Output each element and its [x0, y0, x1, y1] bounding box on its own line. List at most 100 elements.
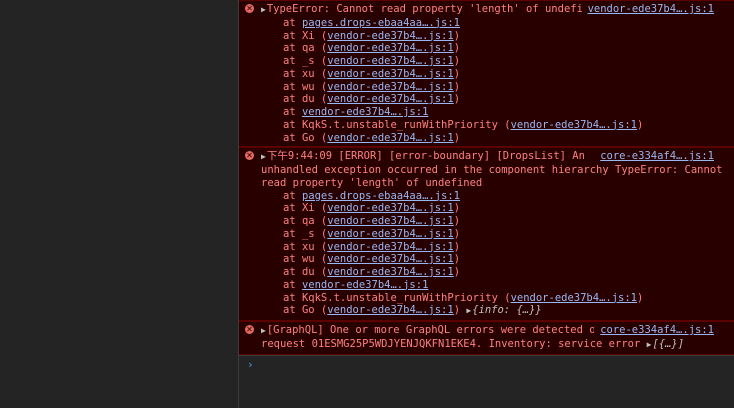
stack-function: at KqkS.t.unstable_runWithPriority ( — [283, 118, 511, 131]
expand-triangle-icon[interactable]: ▶ — [466, 306, 471, 315]
stack-source-link[interactable]: vendor-ede37b4….js:1 — [327, 30, 453, 42]
stack-source-link[interactable]: vendor-ede37b4….js:1 — [327, 132, 453, 144]
message-text: TypeError: Cannot read property 'length'… — [266, 3, 602, 15]
stack-source-link[interactable]: vendor-ede37b4….js:1 — [327, 228, 453, 240]
object-preview[interactable]: [{…}] — [652, 338, 684, 350]
stack-function: at wu ( — [283, 80, 328, 93]
left-empty-pane — [0, 0, 239, 408]
stack-source-link[interactable]: vendor-ede37b4….js:1 — [302, 106, 428, 118]
stack-frame: at vendor-ede37b4….js:1 — [261, 279, 714, 292]
stack-frame: at KqkS.t.unstable_runWithPriority (vend… — [261, 292, 714, 305]
expand-triangle-icon[interactable]: ▶ — [261, 152, 266, 161]
error-circle-icon: ✕ — [245, 151, 254, 161]
stack-source-link[interactable]: vendor-ede37b4….js:1 — [327, 266, 453, 278]
paren: ) — [453, 227, 461, 240]
paren: ) — [453, 80, 461, 93]
stack-function: at du ( — [283, 93, 328, 106]
stack-source-link[interactable]: vendor-ede37b4….js:1 — [302, 279, 428, 291]
stack-frame: at _s (vendor-ede37b4….js:1) — [261, 55, 714, 68]
stack-function: at Go ( — [283, 131, 328, 144]
stack-frame: at pages.drops-ebaa4aa….js:1 — [261, 190, 714, 203]
stack-source-link[interactable]: pages.drops-ebaa4aa….js:1 — [302, 190, 460, 202]
paren: ) — [453, 29, 461, 42]
expand-triangle-icon[interactable]: ▶ — [261, 326, 266, 335]
stack-frame: at du (vendor-ede37b4….js:1) — [261, 93, 714, 106]
stack-frame: at Xi (vendor-ede37b4….js:1) — [261, 202, 714, 215]
stack-source-link[interactable]: vendor-ede37b4….js:1 — [327, 202, 453, 214]
stack-function: at _s ( — [283, 55, 328, 67]
console-error-message[interactable]: ✕ core-e334af4….js:1 ▶下午9:44:09 [ERROR] [e… — [239, 147, 734, 321]
stack-function: at _s ( — [283, 227, 328, 240]
stack-source-link[interactable]: vendor-ede37b4….js:1 — [327, 81, 453, 93]
source-link[interactable]: vendor-ede37b4….js:1 — [581, 3, 714, 16]
message-text-line: unhandled exception occurred in the comp… — [261, 164, 722, 177]
paren: ) — [453, 215, 461, 227]
message-text: 下午9:44:09 [ERROR] [error-boundary] [Drop… — [266, 150, 585, 163]
stack-source-link[interactable]: vendor-ede37b4….js:1 — [511, 292, 637, 304]
stack-function: at — [283, 106, 302, 118]
message-text: unhandled exception occurred in the comp… — [261, 164, 723, 176]
stack-function: at xu ( — [283, 240, 328, 253]
source-link[interactable]: core-e334af4….js:1 — [594, 150, 714, 163]
stack-frame: at qa (vendor-ede37b4….js:1) — [261, 215, 714, 228]
stack-function: at — [283, 16, 302, 29]
source-link[interactable]: core-e334af4….js:1 — [594, 324, 714, 337]
message-text: [GraphQL] One or more GraphQL errors wer… — [266, 324, 602, 336]
stack-frame: at _s (vendor-ede37b4….js:1) — [261, 228, 714, 241]
stack-frame: at vendor-ede37b4….js:1 — [261, 106, 714, 119]
message-text-line: read property 'length' of undefined — [261, 177, 714, 190]
expand-triangle-icon[interactable]: ▶ — [647, 340, 652, 349]
paren: ) — [453, 131, 461, 144]
prompt-chevron-icon: › — [247, 357, 254, 371]
message-text: request 01ESMG25P5WDJYENJQKFN1EKE4. Inve… — [261, 337, 641, 350]
stack-source-link[interactable]: pages.drops-ebaa4aa….js:1 — [302, 17, 460, 29]
stack-function: at xu ( — [283, 67, 328, 80]
error-circle-icon: ✕ — [245, 325, 254, 334]
stack-source-link[interactable]: vendor-ede37b4….js:1 — [327, 253, 453, 265]
stack-source-link[interactable]: vendor-ede37b4….js:1 — [327, 68, 453, 80]
stack-frame: at wu (vendor-ede37b4….js:1) — [261, 81, 714, 94]
paren: ) — [453, 93, 461, 106]
console-error-message[interactable]: ✕ vendor-ede37b4….js:1 ▶TypeError: Cannot … — [239, 0, 734, 148]
stack-function: at qa ( — [283, 215, 328, 227]
stack-frame: at KqkS.t.unstable_runWithPriority (vend… — [261, 119, 714, 132]
paren: ) — [453, 240, 461, 253]
console-panel: ✕ vendor-ede37b4….js:1 ▶TypeError: Cannot … — [239, 0, 734, 408]
stack-source-link[interactable]: vendor-ede37b4….js:1 — [327, 304, 453, 316]
stack-function: at — [283, 189, 302, 202]
stack-frame: at du (vendor-ede37b4….js:1) — [261, 266, 714, 279]
stack-source-link[interactable]: vendor-ede37b4….js:1 — [327, 93, 453, 105]
stack-source-link[interactable]: vendor-ede37b4….js:1 — [327, 215, 453, 227]
stack-source-link[interactable]: vendor-ede37b4….js:1 — [327, 241, 453, 253]
object-preview[interactable]: {info: {…}} — [472, 304, 542, 316]
stack-frame: at qa (vendor-ede37b4….js:1) — [261, 42, 714, 55]
paren: ) — [453, 266, 461, 278]
stack-function: at wu ( — [283, 253, 328, 266]
paren: ) — [637, 118, 644, 131]
stack-source-link[interactable]: vendor-ede37b4….js:1 — [511, 119, 637, 131]
stack-source-link[interactable]: vendor-ede37b4….js:1 — [327, 55, 453, 67]
console-prompt[interactable]: › — [239, 354, 734, 376]
paren: ) — [453, 42, 461, 55]
paren: ) — [453, 253, 461, 266]
stack-frame: at wu (vendor-ede37b4….js:1) — [261, 253, 714, 266]
stack-function: at du ( — [283, 266, 328, 278]
console-error-message[interactable]: ✕ core-e334af4….js:1 ▶[GraphQL] One or mor… — [239, 321, 734, 355]
stack-frame: at Go (vendor-ede37b4….js:1) — [261, 132, 714, 145]
stack-function: at qa ( — [283, 42, 328, 55]
stack-frame: at xu (vendor-ede37b4….js:1) — [261, 241, 714, 254]
console-messages: ✕ vendor-ede37b4….js:1 ▶TypeError: Cannot … — [239, 0, 734, 355]
stack-function: at — [283, 278, 302, 291]
expand-triangle-icon[interactable]: ▶ — [261, 5, 266, 14]
stack-frame: at pages.drops-ebaa4aa….js:1 — [261, 17, 714, 30]
paren: ) — [453, 67, 461, 80]
stack-function: at Xi ( — [283, 202, 328, 215]
stack-function: at KqkS.t.unstable_runWithPriority ( — [283, 291, 511, 304]
stack-function: at Go ( — [283, 304, 328, 317]
stack-function: at Xi ( — [283, 29, 328, 42]
stack-frame: at xu (vendor-ede37b4….js:1) — [261, 68, 714, 81]
stack-frame: at Xi (vendor-ede37b4….js:1) — [261, 30, 714, 43]
stack-source-link[interactable]: vendor-ede37b4….js:1 — [327, 42, 453, 54]
paren: ) — [453, 202, 461, 215]
paren: ) — [637, 291, 644, 304]
